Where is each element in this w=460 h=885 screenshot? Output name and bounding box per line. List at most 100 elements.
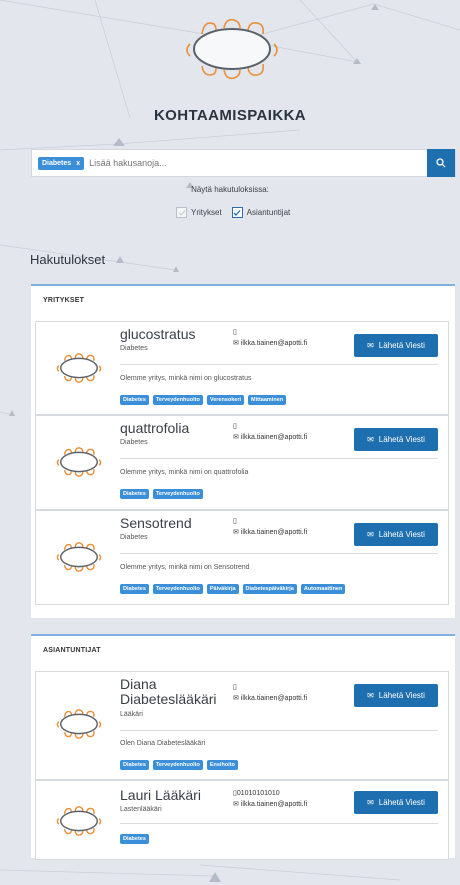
envelope-icon: ✉ [367, 435, 374, 444]
divider [120, 458, 438, 459]
company-name[interactable]: glucostratus [120, 327, 195, 342]
envelope-icon: ✉ [367, 798, 374, 807]
divider [120, 553, 438, 554]
search-icon [436, 158, 446, 168]
result-card: Diana Diabeteslääkäri Lääkäri ▯ ✉ ilkka.t… [35, 671, 449, 780]
brand-name: KOHTAAMISPAIKKA [153, 107, 307, 124]
filter-experts[interactable]: Asiantuntijat [231, 207, 291, 218]
envelope-icon: ✉ [367, 691, 374, 700]
tag[interactable]: Terveydenhuolto [152, 489, 203, 499]
tag[interactable]: Päiväkirja [206, 584, 239, 594]
companies-checkbox[interactable] [176, 207, 187, 218]
phone-icon: ▯ [233, 518, 237, 525]
filter-label: Asiantuntijat [246, 208, 291, 217]
tag[interactable]: Terveydenhuolto [152, 395, 203, 405]
send-message-button[interactable]: ✉ Lähetä Viesti [354, 334, 438, 357]
email-link[interactable]: ilkka.tiainen@apotti.fi [241, 529, 307, 536]
divider [120, 730, 438, 731]
tag[interactable]: Terveydenhuolto [152, 760, 203, 770]
email-link[interactable]: ilkka.tiainen@apotti.fi [241, 434, 307, 441]
expert-description: Olen Diana Diabeteslääkäri [120, 740, 206, 747]
result-filters: Yritykset Asiantuntijat [176, 207, 294, 218]
contact-info: ▯ ✉ ilkka.tiainen@apotti.fi [233, 517, 307, 536]
expert-name[interactable]: Lauri Lääkäri [120, 788, 201, 803]
meeting-table-logo-icon [186, 18, 278, 80]
tag[interactable]: Diabetes [120, 489, 149, 499]
meeting-table-logo-icon [56, 353, 102, 383]
phone-icon: ▯ [233, 329, 237, 336]
tag-list: Diabetes [120, 834, 149, 844]
company-name[interactable]: quattrofolia [120, 421, 189, 436]
result-card: Lauri Lääkäri Lastenlääkäri ▯01010101010… [35, 780, 449, 860]
company-description: Olemme yritys, minkä nimi on glucostratu… [120, 375, 252, 382]
chip-remove-icon[interactable]: x [76, 160, 80, 167]
tag-list: Diabetes Terveydenhuolto [120, 489, 203, 499]
company-category: Diabetes [120, 439, 148, 446]
email-link[interactable]: ilkka.tiainen@apotti.fi [241, 695, 307, 702]
phone-icon: ▯01010101010 [233, 790, 280, 797]
search-input[interactable] [89, 158, 427, 168]
tag[interactable]: Diabetes [120, 760, 149, 770]
envelope-icon: ✉ [233, 434, 239, 441]
send-message-button[interactable]: ✉ Lähetä Viesti [354, 791, 438, 814]
tag[interactable]: Ensihoito [206, 760, 238, 770]
filter-label: Yritykset [191, 208, 222, 217]
chip-label: Diabetes [42, 159, 72, 167]
company-category: Diabetes [120, 345, 148, 352]
phone-icon: ▯ [233, 684, 237, 691]
send-message-button[interactable]: ✉ Lähetä Viesti [354, 523, 438, 546]
result-card: quattrofolia Diabetes ▯ ✉ ilkka.tiainen@a… [35, 415, 449, 510]
company-description: Olemme yritys, minkä nimi on quattrofoli… [120, 469, 249, 476]
tag[interactable]: Diabetes [120, 395, 149, 405]
contact-info: ▯ ✉ ilkka.tiainen@apotti.fi [233, 422, 307, 441]
section-title: ASIANTUNTIJAT [43, 647, 101, 654]
tag[interactable]: Diabetes [120, 834, 149, 844]
tag-list: Diabetes Terveydenhuolto Verensokeri Mit… [120, 395, 287, 405]
tag-list: Diabetes Terveydenhuolto Päiväkirja Diab… [120, 584, 346, 594]
phone-icon: ▯ [233, 423, 237, 430]
send-message-button[interactable]: ✉ Lähetä Viesti [354, 684, 438, 707]
meeting-table-logo-icon [56, 806, 102, 836]
tag[interactable]: Mittaaminen [248, 395, 287, 405]
company-category: Diabetes [120, 534, 148, 541]
section-title: YRITYKSET [43, 297, 85, 304]
companies-section: YRITYKSET glucostratus Diabetes ▯ ✉ ilkka… [31, 284, 455, 618]
envelope-icon: ✉ [233, 695, 239, 702]
result-card: glucostratus Diabetes ▯ ✉ ilkka.tiainen@a… [35, 321, 449, 415]
search-button[interactable] [427, 149, 455, 177]
search-bar: Diabetes x [31, 149, 456, 177]
result-card: Sensotrend Diabetes ▯ ✉ ilkka.tiainen@apo… [35, 510, 449, 605]
send-message-button[interactable]: ✉ Lähetä Viesti [354, 428, 438, 451]
email-link[interactable]: ilkka.tiainen@apotti.fi [241, 801, 307, 808]
filter-companies[interactable]: Yritykset [176, 207, 222, 218]
tag-list: Diabetes Terveydenhuolto Ensihoito [120, 760, 238, 770]
company-description: Olemme yritys, minkä nimi on Sensotrend [120, 564, 250, 571]
filter-title: Näytä hakutuloksissa: [191, 185, 269, 194]
envelope-icon: ✉ [233, 529, 239, 536]
tag[interactable]: Terveydenhuolto [152, 584, 203, 594]
divider [120, 364, 438, 365]
tag[interactable]: Verensokeri [206, 395, 245, 405]
tag[interactable]: Automaattinen [300, 584, 346, 594]
company-name[interactable]: Sensotrend [120, 516, 192, 531]
envelope-icon: ✉ [233, 340, 239, 347]
envelope-icon: ✉ [367, 530, 374, 539]
experts-checkbox[interactable] [231, 207, 243, 218]
email-link[interactable]: ilkka.tiainen@apotti.fi [241, 340, 307, 347]
expert-name[interactable]: Diana Diabeteslääkäri [120, 677, 217, 707]
brand-logo [180, 14, 284, 84]
envelope-icon: ✉ [233, 801, 239, 808]
phone-number[interactable]: 01010101010 [237, 790, 280, 797]
expert-title: Lääkäri [120, 711, 143, 718]
experts-section: ASIANTUNTIJAT Diana Diabeteslääkäri Lääk… [31, 634, 455, 860]
divider [120, 823, 438, 824]
contact-info: ▯01010101010 ✉ ilkka.tiainen@apotti.fi [233, 789, 307, 808]
tag[interactable]: Diabetes [120, 584, 149, 594]
contact-info: ▯ ✉ ilkka.tiainen@apotti.fi [233, 328, 307, 347]
meeting-table-logo-icon [56, 542, 102, 572]
envelope-icon: ✉ [367, 341, 374, 350]
meeting-table-logo-icon [56, 447, 102, 477]
meeting-table-logo-icon [56, 709, 102, 739]
tag[interactable]: Diabetespäiväkirja [242, 584, 297, 594]
search-tag-chip[interactable]: Diabetes x [38, 156, 85, 170]
